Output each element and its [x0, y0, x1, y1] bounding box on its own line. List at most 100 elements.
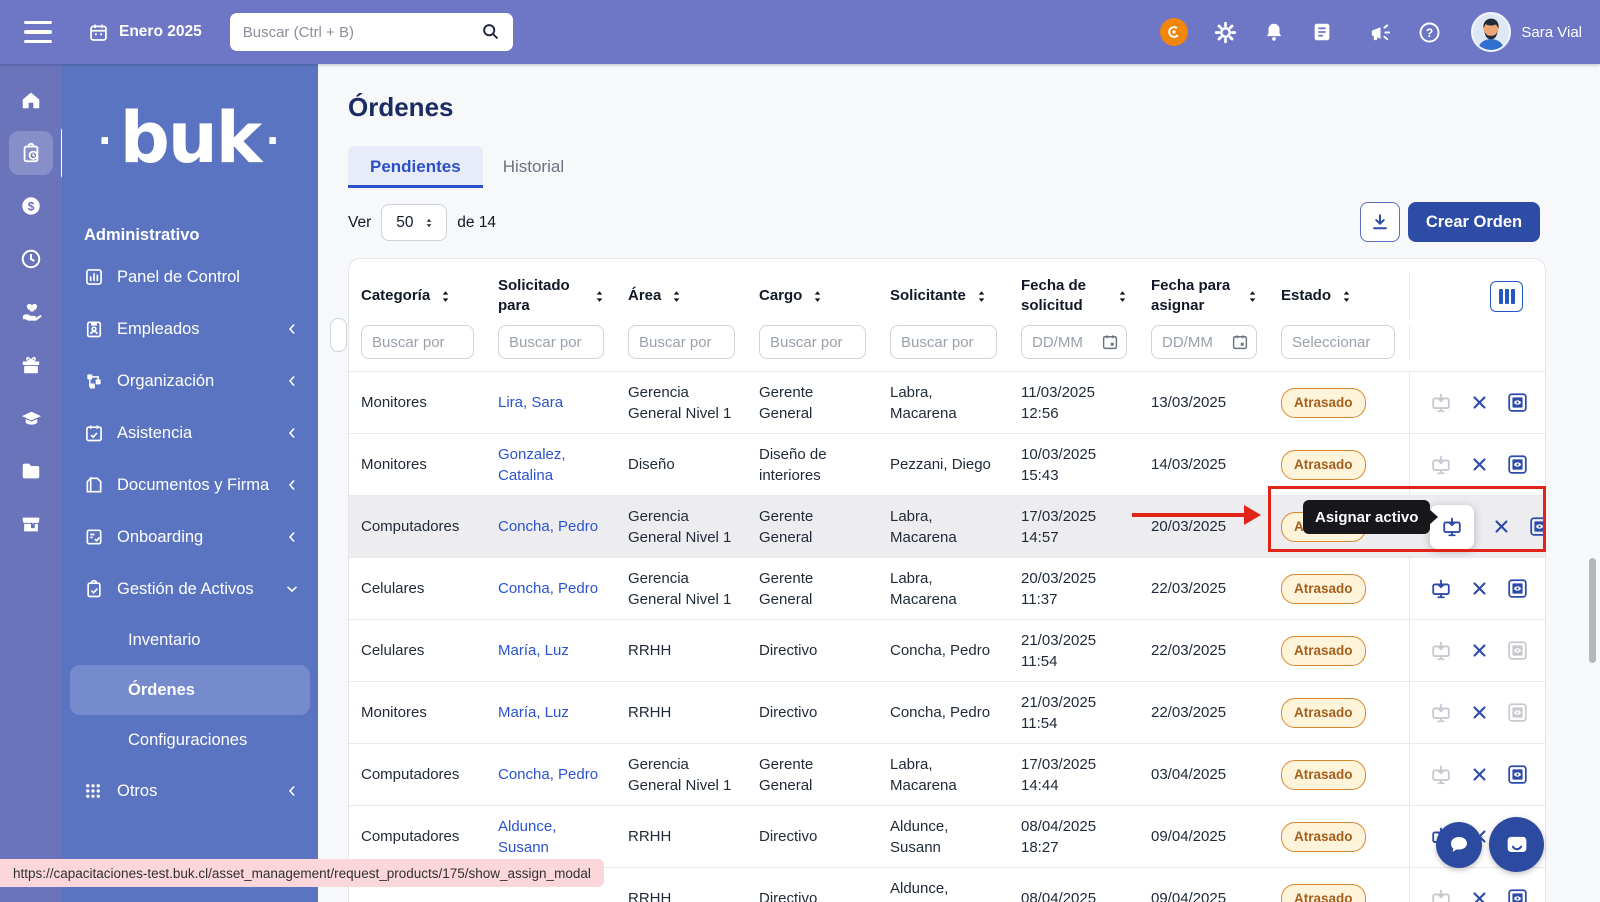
chat-widget-button[interactable]	[1489, 817, 1544, 872]
avatar[interactable]	[1471, 12, 1511, 52]
rail-home-icon[interactable]	[9, 78, 53, 122]
column-header-solicitado-para[interactable]: Solicitado para	[488, 276, 618, 317]
sidebar-item-onboarding[interactable]: Onboarding	[62, 511, 318, 563]
sort-icon[interactable]	[974, 289, 989, 304]
cancel-order-button[interactable]	[1471, 766, 1488, 783]
sort-icon[interactable]	[1115, 289, 1130, 304]
filter-categoria-input[interactable]	[361, 325, 474, 359]
cell-fecha-solicitud: 21/03/202511:54	[1011, 630, 1141, 672]
columns-settings-button[interactable]	[1490, 281, 1523, 312]
export-download-button[interactable]	[1360, 202, 1400, 242]
search-icon[interactable]	[480, 21, 501, 42]
filter-fecha-solicitud-input[interactable]	[1021, 325, 1127, 359]
filter-input-partial[interactable]	[330, 318, 347, 352]
actions-filter-spacer	[1409, 325, 1545, 359]
sidebar-item-documentos-y-firma[interactable]: Documentos y Firma	[62, 459, 318, 511]
sidebar-item-panel-de-control[interactable]: Panel de Control	[62, 251, 318, 303]
rail-store-icon[interactable]	[9, 502, 53, 546]
view-order-button[interactable]	[1507, 454, 1528, 475]
tab-pendientes[interactable]: Pendientes	[348, 146, 483, 188]
rail-gift-icon[interactable]	[9, 343, 53, 387]
cancel-order-button[interactable]	[1471, 394, 1488, 411]
assign-asset-button[interactable]	[1430, 578, 1452, 600]
rail-folder-icon[interactable]	[9, 449, 53, 493]
hamburger-menu-icon[interactable]	[24, 21, 52, 43]
view-order-button[interactable]	[1529, 516, 1546, 537]
select-arrows-icon	[422, 216, 436, 230]
megaphone-icon[interactable]	[1369, 21, 1392, 44]
news-document-icon[interactable]	[1311, 21, 1333, 43]
assign-asset-button[interactable]	[1430, 888, 1452, 902]
filter-fecha-asignar-input[interactable]	[1151, 325, 1257, 359]
column-header-area[interactable]: Área	[618, 286, 749, 306]
cancel-order-button[interactable]	[1471, 456, 1488, 473]
sidebar-item-gestion-de-activos[interactable]: Gestión de Activos	[62, 563, 318, 615]
column-header-fecha-solicitud[interactable]: Fecha de solicitud	[1011, 276, 1141, 317]
cancel-order-button[interactable]	[1471, 890, 1488, 902]
view-order-button[interactable]	[1507, 392, 1528, 413]
sort-icon[interactable]	[669, 289, 684, 304]
assign-asset-button[interactable]	[1430, 640, 1452, 662]
rail-training-icon[interactable]	[9, 396, 53, 440]
assign-asset-button[interactable]	[1430, 454, 1452, 476]
sidebar-item-otros[interactable]: Otros	[62, 765, 318, 817]
filter-solicitado-para-input[interactable]	[498, 325, 604, 359]
period-selector[interactable]: Enero 2025	[88, 22, 202, 43]
rail-payroll-icon[interactable]: $	[9, 184, 53, 228]
cell-solicitado-para-link[interactable]: Concha, Pedro	[488, 578, 618, 599]
cancel-order-button[interactable]	[1471, 580, 1488, 597]
sidebar-item-empleados[interactable]: Empleados	[62, 303, 318, 355]
sidebar-subitem-configuraciones[interactable]: Configuraciones	[70, 715, 310, 765]
cell-solicitado-para-link[interactable]: Concha, Pedro	[488, 516, 618, 537]
search-input[interactable]	[243, 24, 473, 41]
rail-benefits-icon[interactable]	[9, 290, 53, 334]
assign-asset-button[interactable]	[1430, 702, 1452, 724]
column-header-solicitante[interactable]: Solicitante	[880, 286, 1011, 306]
cell-solicitado-para-link[interactable]: Aldunce, Susann	[488, 816, 618, 858]
help-icon[interactable]: ?	[1418, 21, 1441, 44]
vertical-scrollbar[interactable]	[1589, 558, 1596, 663]
cancel-order-button[interactable]	[1471, 704, 1488, 721]
sort-icon[interactable]	[810, 289, 825, 304]
view-order-button[interactable]	[1507, 702, 1528, 723]
rewards-icon[interactable]	[1160, 18, 1188, 46]
tab-historial[interactable]: Historial	[483, 146, 584, 188]
view-order-button[interactable]	[1507, 888, 1528, 902]
column-header-fecha-asignar[interactable]: Fecha para asignar	[1141, 276, 1271, 317]
view-order-button[interactable]	[1507, 764, 1528, 785]
cell-solicitado-para-link[interactable]: María, Luz	[488, 640, 618, 661]
cell-solicitado-para-link[interactable]: Gonzalez, Catalina	[488, 444, 618, 486]
sort-icon[interactable]	[438, 289, 453, 304]
cell-solicitado-para-link[interactable]: Concha, Pedro	[488, 764, 618, 785]
global-search[interactable]	[230, 13, 513, 51]
cancel-order-button[interactable]	[1493, 518, 1510, 535]
page-size-select[interactable]: 50	[381, 204, 447, 241]
assign-asset-button[interactable]	[1430, 392, 1452, 414]
sidebar-subitem-inventario[interactable]: Inventario	[70, 615, 310, 665]
filter-estado-select[interactable]: Seleccionar	[1281, 325, 1395, 359]
cell-solicitado-para-link[interactable]: Lira, Sara	[488, 392, 618, 413]
column-header-estado[interactable]: Estado	[1271, 286, 1409, 306]
cell-solicitado-para-link[interactable]: María, Luz	[488, 702, 618, 723]
cancel-order-button[interactable]	[1471, 642, 1488, 659]
create-order-button[interactable]: Crear Orden	[1408, 202, 1540, 242]
feedback-bubble-button[interactable]	[1436, 822, 1482, 868]
sidebar-subitem-ordenes[interactable]: Órdenes	[70, 665, 310, 715]
sort-icon[interactable]	[592, 289, 607, 304]
notifications-bell-icon[interactable]	[1263, 21, 1285, 43]
sort-icon[interactable]	[1339, 289, 1354, 304]
column-header-categoria[interactable]: Categoría	[349, 286, 488, 306]
column-header-cargo[interactable]: Cargo	[749, 286, 880, 306]
rail-time-icon[interactable]	[9, 237, 53, 281]
view-order-button[interactable]	[1507, 578, 1528, 599]
view-order-button[interactable]	[1507, 640, 1528, 661]
sidebar-item-organizacion[interactable]: Organización	[62, 355, 318, 407]
sidebar-item-asistencia[interactable]: Asistencia	[62, 407, 318, 459]
filter-solicitante-input[interactable]	[890, 325, 997, 359]
sort-icon[interactable]	[1245, 289, 1260, 304]
filter-cargo-input[interactable]	[759, 325, 866, 359]
rail-admin-clipboard-icon[interactable]	[9, 131, 53, 175]
filter-area-input[interactable]	[628, 325, 735, 359]
assign-asset-button[interactable]	[1430, 764, 1452, 786]
gear-icon[interactable]	[1214, 21, 1237, 44]
